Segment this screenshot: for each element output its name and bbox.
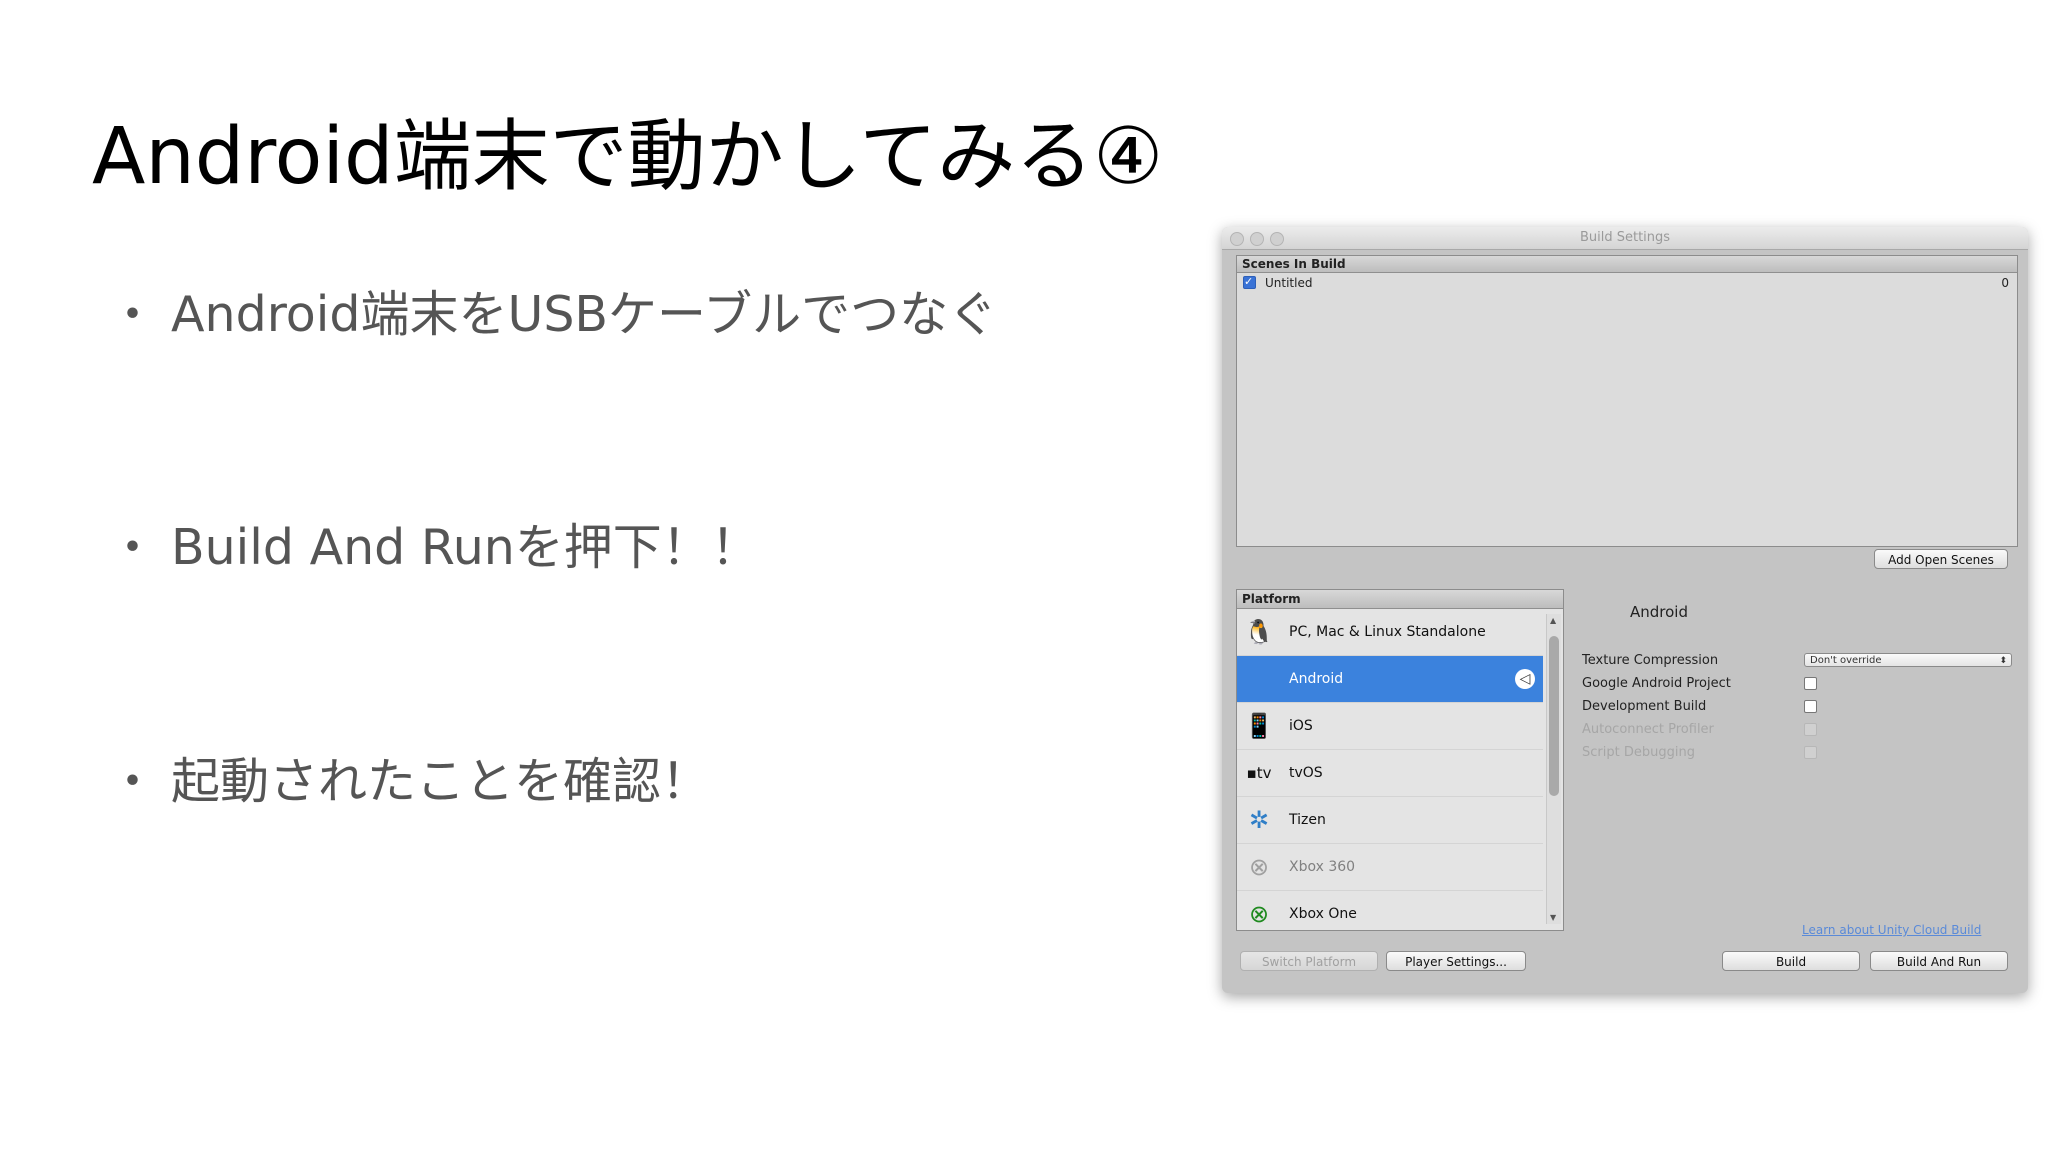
scene-include-checkbox[interactable] xyxy=(1243,272,1256,292)
window-titlebar: Build Settings xyxy=(1222,227,2028,250)
platform-list: Platform 🐧 PC, Mac & Linux Standalone An… xyxy=(1236,589,1564,931)
scenes-header: Scenes In Build xyxy=(1237,256,2017,273)
bullet-item: ・起動されたことを確認！ xyxy=(108,757,710,806)
bullet-item: ・ Build And Runを押下！！ xyxy=(108,523,760,572)
bullet-marker: ・ xyxy=(108,753,158,810)
tizen-icon: ✲ xyxy=(1248,806,1270,834)
add-open-scenes-button[interactable]: Add Open Scenes xyxy=(1874,549,2008,569)
player-settings-button[interactable]: Player Settings... xyxy=(1386,951,1526,971)
settings-title: Android xyxy=(1630,603,1688,621)
scene-row[interactable]: Untitled 0 xyxy=(1237,272,2017,293)
bullet-item: ・ Android端末をUSBケーブルでつなぐ xyxy=(108,290,997,339)
platform-item-android[interactable]: Android ◁ xyxy=(1237,656,1543,703)
switch-platform-button[interactable]: Switch Platform xyxy=(1240,951,1378,971)
slide-title: Android端末で動かしてみる④ xyxy=(92,112,1164,202)
script-debugging-label: Script Debugging xyxy=(1582,745,1695,760)
autoconnect-profiler-checkbox xyxy=(1804,723,1817,736)
platform-label: tvOS xyxy=(1289,765,1323,781)
platform-scrollbar[interactable]: ▲ ▼ xyxy=(1546,614,1561,924)
platform-label: PC, Mac & Linux Standalone xyxy=(1289,624,1486,640)
build-and-run-button[interactable]: Build And Run xyxy=(1870,951,2008,971)
texture-compression-value: Don't override xyxy=(1810,655,1882,666)
development-build-checkbox[interactable] xyxy=(1804,700,1817,713)
chevron-updown-icon: ⬍ xyxy=(1999,656,2007,666)
google-android-project-checkbox[interactable] xyxy=(1804,677,1817,690)
development-build-label: Development Build xyxy=(1582,699,1707,714)
platform-item-xbox-one[interactable]: ⊗ Xbox One xyxy=(1237,891,1543,930)
platform-item-ios[interactable]: 📱 iOS xyxy=(1237,703,1543,750)
texture-compression-label: Texture Compression xyxy=(1582,653,1719,668)
xbox-one-icon: ⊗ xyxy=(1248,900,1270,928)
standalone-icon: 🐧 xyxy=(1244,618,1274,646)
platform-header: Platform xyxy=(1237,590,1563,609)
scroll-down-icon[interactable]: ▼ xyxy=(1550,913,1556,922)
platform-label: Xbox 360 xyxy=(1289,859,1356,875)
platform-label: Android xyxy=(1289,671,1344,687)
bullet-marker: ・ xyxy=(108,286,158,343)
window-title: Build Settings xyxy=(1579,230,1671,245)
platform-label: Xbox One xyxy=(1289,906,1357,922)
platform-label: iOS xyxy=(1289,718,1313,734)
build-button[interactable]: Build xyxy=(1722,951,1860,971)
autoconnect-profiler-label: Autoconnect Profiler xyxy=(1582,722,1714,737)
unity-active-platform-icon: ◁ xyxy=(1515,669,1535,689)
platform-label: Tizen xyxy=(1289,812,1326,828)
platform-item-tizen[interactable]: ✲ Tizen xyxy=(1237,797,1543,844)
platform-settings-panel: Android Texture Compression Don't overri… xyxy=(1582,589,2022,929)
scene-name: Untitled xyxy=(1265,276,1313,290)
tvos-icon: ▪tv xyxy=(1246,764,1272,782)
platform-item-tvos[interactable]: ▪tv tvOS xyxy=(1237,750,1543,797)
bullet-text: 起動されたことを確認！ xyxy=(171,753,711,810)
ios-icon: 📱 xyxy=(1244,712,1274,740)
xbox-360-icon: ⊗ xyxy=(1248,853,1270,881)
bullet-marker: ・ xyxy=(108,519,158,576)
script-debugging-checkbox xyxy=(1804,746,1817,759)
scrollbar-thumb[interactable] xyxy=(1549,636,1559,796)
scene-index: 0 xyxy=(2001,276,2009,290)
platform-item-standalone[interactable]: 🐧 PC, Mac & Linux Standalone xyxy=(1237,609,1543,656)
scenes-in-build-panel: Scenes In Build Untitled 0 xyxy=(1236,255,2018,547)
texture-compression-dropdown[interactable]: Don't override ⬍ xyxy=(1804,653,2012,667)
bullet-text: Build And Runを押下！！ xyxy=(171,519,760,576)
cloud-build-link[interactable]: Learn about Unity Cloud Build xyxy=(1802,923,1981,937)
android-icon xyxy=(1241,661,1277,697)
build-settings-window: Build Settings Scenes In Build Untitled … xyxy=(1222,227,2028,993)
scroll-up-icon[interactable]: ▲ xyxy=(1550,616,1556,625)
google-android-project-label: Google Android Project xyxy=(1582,676,1731,691)
platform-item-xbox-360[interactable]: ⊗ Xbox 360 xyxy=(1237,844,1543,891)
bullet-text: Android端末をUSBケーブルでつなぐ xyxy=(171,286,998,343)
